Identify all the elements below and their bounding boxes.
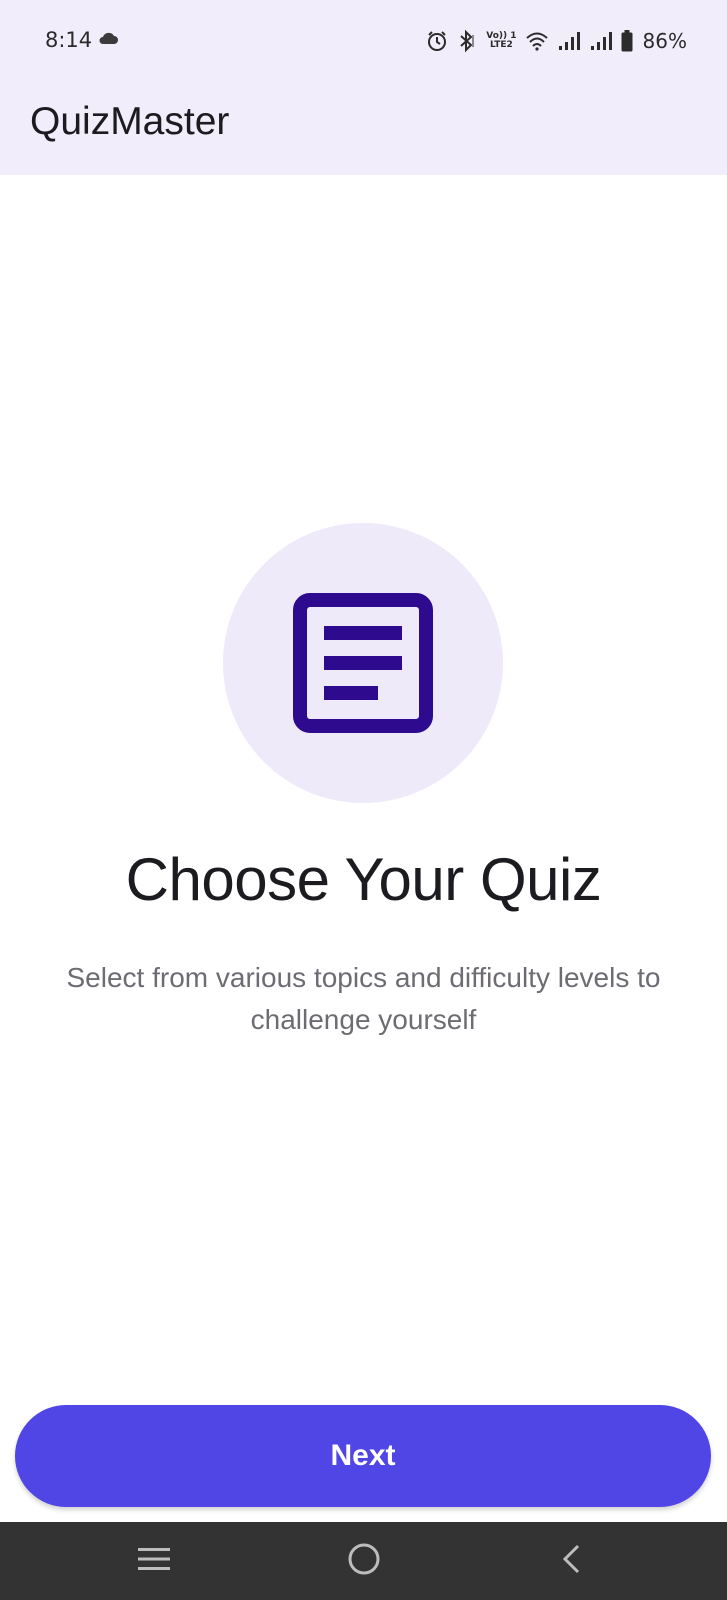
home-button[interactable] [314,1522,414,1600]
back-button[interactable] [522,1522,622,1600]
signal-icon [557,31,581,51]
status-bar: 8:14 Vo)) 1 LTE2 86% [0,0,727,80]
battery-percent: 86% [642,29,687,53]
back-icon [560,1544,584,1579]
volte-icon: Vo)) 1 LTE2 [486,32,516,50]
volte-bottom-label: LTE2 [490,40,513,50]
article-icon [293,593,433,738]
app-title: QuizMaster [30,100,230,143]
onboarding-description: Select from various topics and difficult… [66,962,661,1035]
battery-icon [621,30,633,52]
wifi-icon [525,31,549,51]
status-time: 8:14 [45,28,93,52]
cloud-icon [98,31,118,50]
next-button[interactable]: Next [15,1405,711,1507]
bluetooth-icon [456,29,478,53]
signal-icon [589,31,613,51]
home-icon [347,1542,381,1581]
status-icons: Vo)) 1 LTE2 86% [426,26,687,56]
recents-icon [137,1545,171,1578]
next-button-label: Next [330,1439,396,1472]
app-bar: QuizMaster [0,80,727,175]
recents-button[interactable] [104,1522,204,1600]
navigation-bar [0,1522,727,1600]
onboarding-title: Choose Your Quiz [125,846,602,913]
alarm-icon [426,30,448,52]
